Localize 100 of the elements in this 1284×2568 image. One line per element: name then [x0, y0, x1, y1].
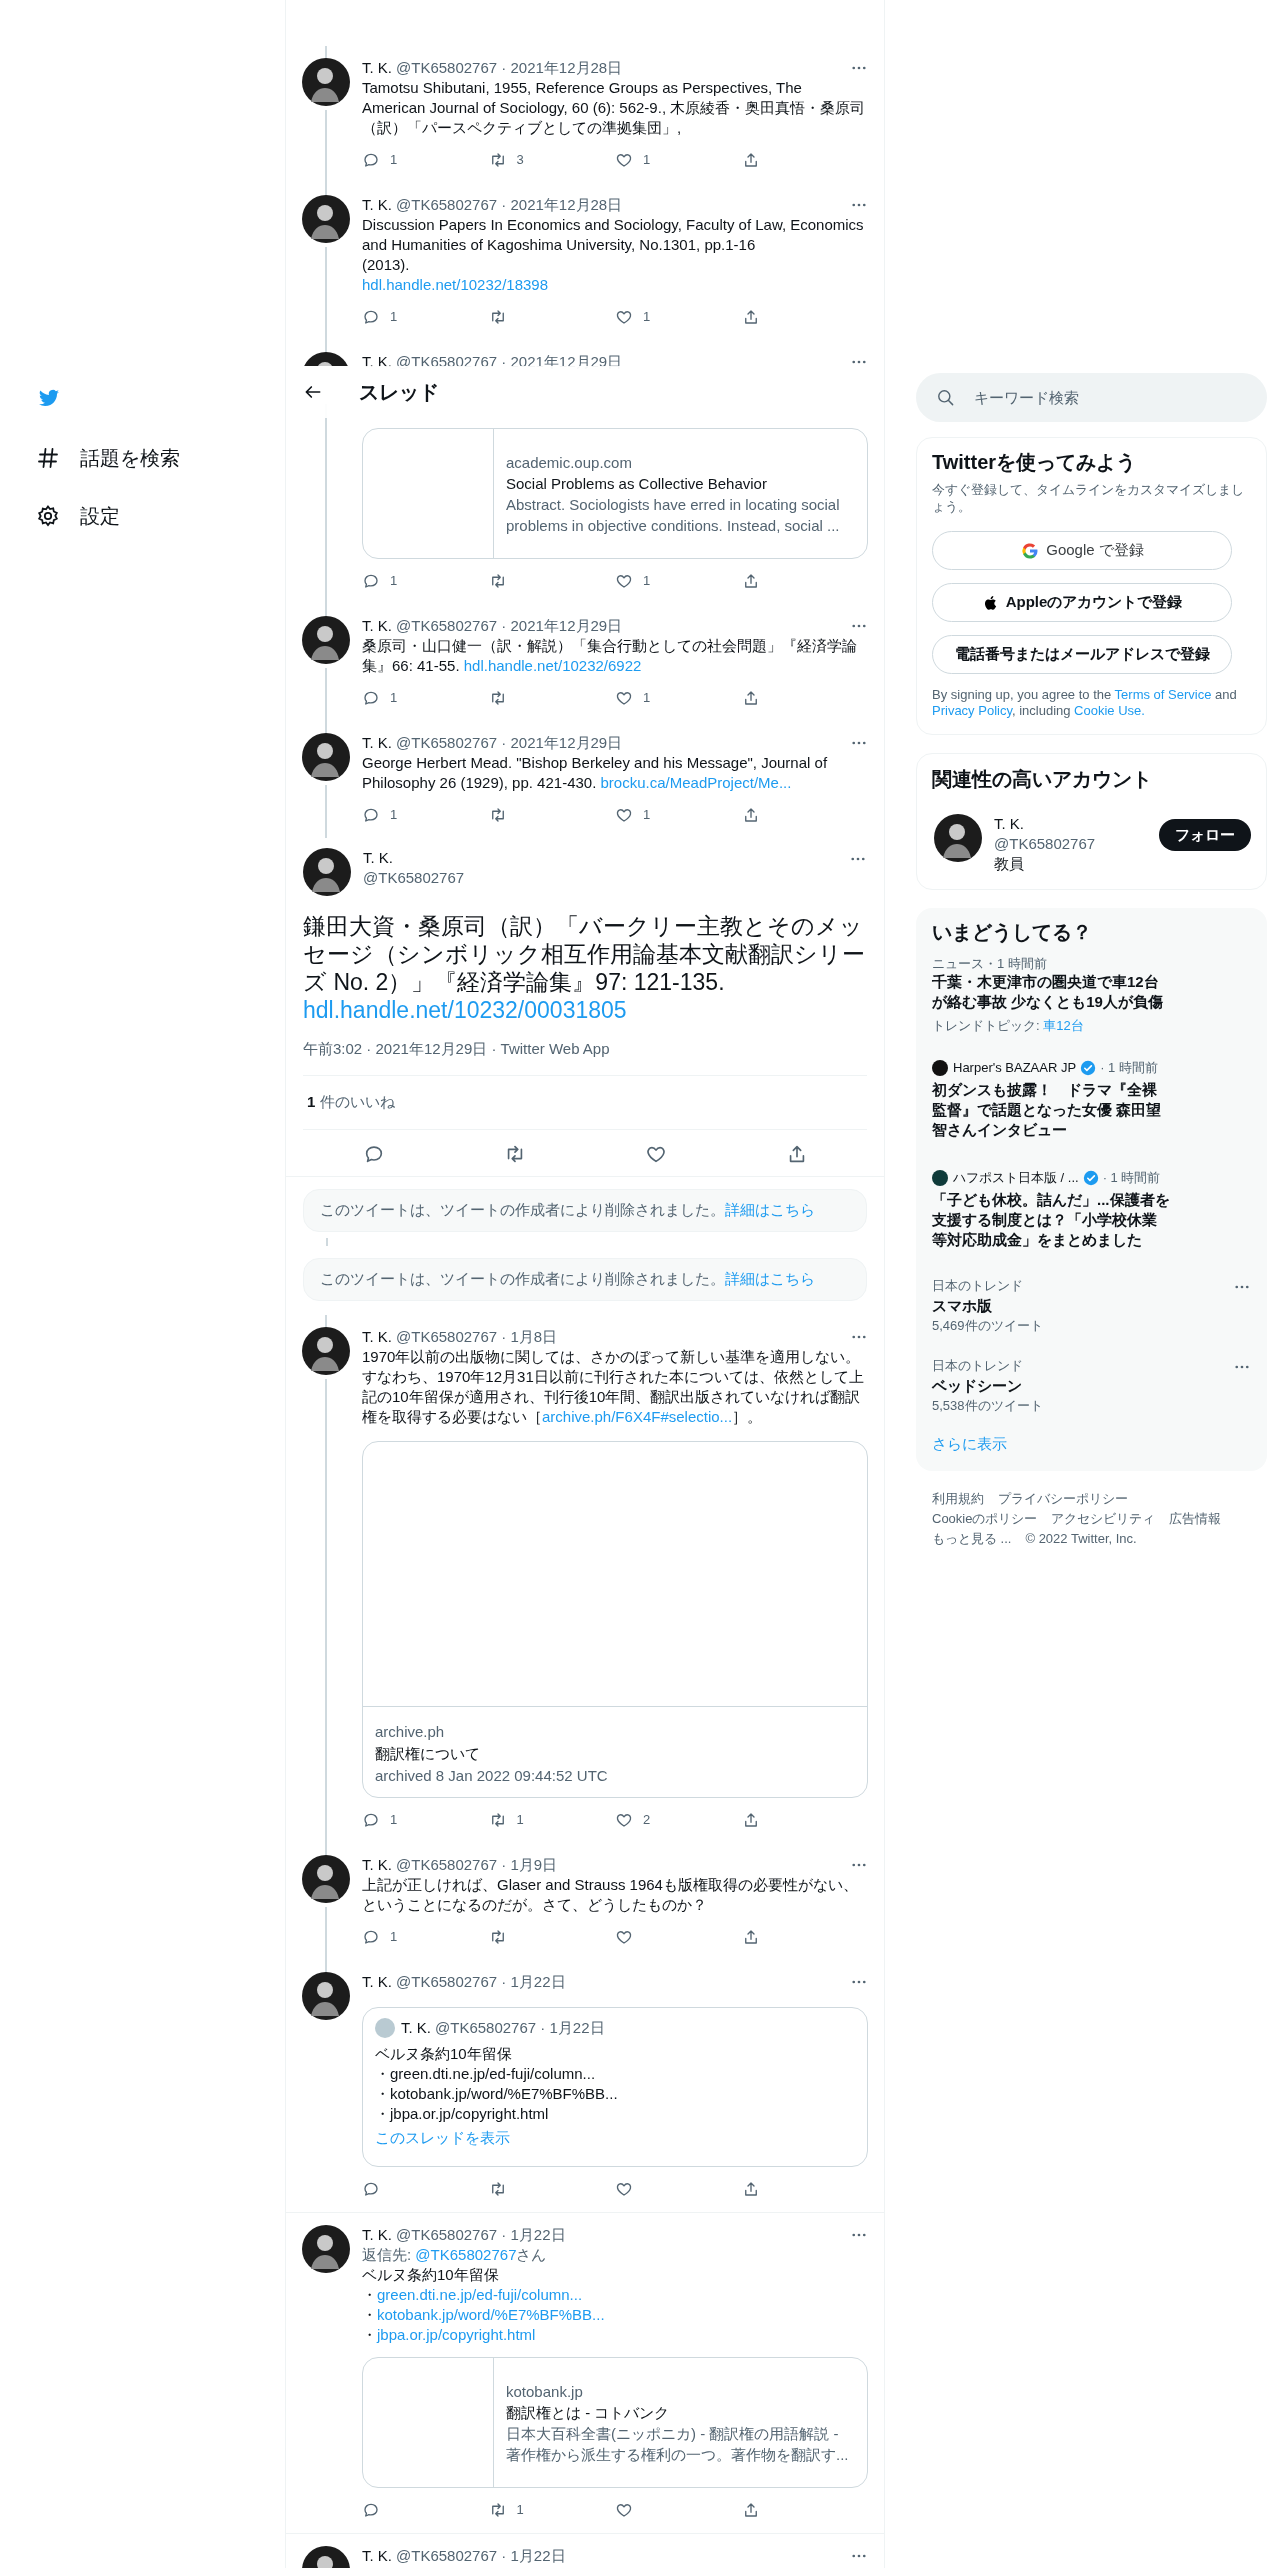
hash-icon: [36, 446, 60, 470]
search-field[interactable]: キーワード検索: [916, 373, 1267, 422]
avatar[interactable]: [302, 2225, 350, 2273]
likes-link[interactable]: 1 件のいいね: [307, 1091, 395, 1114]
tweet-count: 5,469件のツイート: [932, 1318, 1043, 1334]
avatar[interactable]: [302, 733, 350, 781]
heart-icon[interactable]: [615, 308, 633, 326]
trend-name[interactable]: スマホ版: [932, 1296, 992, 1316]
author-byline: @TK65802767 · 1月22日: [396, 2546, 566, 2566]
follow-button[interactable]: フォロー: [1159, 819, 1251, 851]
trend-name[interactable]: ベッドシーン: [932, 1376, 1022, 1396]
heart-icon[interactable]: [615, 151, 633, 169]
card-subtitle: 今すぐ登録して、タイムラインをカスタマイズしましょう。: [932, 481, 1245, 515]
tweet-text: ・kotobank.jp/word/%E7%BF%BB...: [375, 2084, 619, 2104]
reply-count: 1: [390, 689, 398, 708]
signup-button[interactable]: Google で登録: [932, 531, 1232, 570]
tweet-text: ・jbpa.or.jp/copyright.html: [375, 2104, 550, 2124]
author-byline: @TK65802767 · 2021年12月28日: [396, 195, 623, 215]
tweet-text: 1970年以前の出版物に関しては、さかのぼって新しい基準を適用しない。すなわち、1970年12月31日以前に刊行された本については、依然として上記の10年留保が適用され、刊行後10年間、翻訳出版されていなければ翻訳権を取得する必要はない［archive.ph/F6X4F#selectio...］。: [362, 1347, 865, 1427]
reply-context: 返信先: @TK65802767さん: [362, 2245, 548, 2265]
author-byline: @TK65802767 · 2021年12月29日: [396, 733, 623, 753]
avatar[interactable]: [302, 1855, 350, 1903]
signup-button[interactable]: 電話番号またはメールアドレスで登録: [932, 635, 1232, 674]
heart-icon[interactable]: [615, 689, 633, 707]
reply-icon[interactable]: [362, 2501, 380, 2519]
reply-icon[interactable]: [362, 689, 380, 707]
trend-headline[interactable]: 千葉・木更津市の圏央道で車12台が絡む事故 少なくとも19人が負傷: [932, 972, 1170, 1012]
card-description: 日本大百科全書(ニッポニカ) - 翻訳権の用語解説 - 著作権から派生する権利の一つ。著作物を翻訳す...: [506, 2423, 849, 2465]
author-byline: @TK65802767 · 1月22日: [435, 2018, 605, 2038]
footer-link[interactable]: もっと見る ...: [932, 1529, 1012, 1549]
reply-icon[interactable]: [362, 151, 380, 169]
footer-link[interactable]: 利用規約: [932, 1489, 984, 1509]
card-title: 関連性の高いアカウント: [932, 767, 1153, 791]
like-count: 1: [643, 689, 651, 708]
reply-icon[interactable]: [362, 1811, 380, 1829]
link-card[interactable]: academic.oup.com Social Problems as Collective Behavior Abstract. Sociologists have erred in locating social problems in objective conditions. Instead, social ...: [362, 428, 868, 559]
tweet-text: Discussion Papers In Economics and Sociology, Faculty of Law, Economics and Humanities of Kagoshima University, No.1301, pp.1-16 (2013).: [362, 215, 865, 275]
signup-button[interactable]: Appleのアカウントで登録: [932, 583, 1232, 622]
heart-icon[interactable]: [615, 2180, 633, 2198]
footer-link[interactable]: アクセシビリティ: [1051, 1509, 1156, 1529]
reply-icon[interactable]: [362, 1928, 380, 1946]
reply-icon[interactable]: [362, 572, 380, 590]
author-name: T. K.: [362, 1327, 392, 1347]
reply-icon[interactable]: [362, 308, 380, 326]
author-name: T. K.: [362, 616, 392, 636]
like-count: 1: [643, 806, 651, 825]
quoted-tweet[interactable]: T. K. @TK65802767 · 1月22日 ベルヌ条約10年留保 ・green.dti.ne.jp/ed-fuji/column... ・kotobank.jp/word/%E7%BF%BB... ・jbpa.or.jp/copyright.html このスレッドを表示: [362, 2007, 868, 2167]
link-card[interactable]: kotobank.jp 翻訳権とは - コトバンク 日本大百科全書(ニッポニカ) - 翻訳権の用語解説 - 著作権から派生する権利の一つ。著作物を翻訳す...: [362, 2357, 868, 2488]
card-title: Social Problems as Collective Behavior: [506, 473, 768, 494]
account-handle: @TK65802767: [994, 834, 1096, 854]
search-icon: [936, 388, 955, 407]
avatar[interactable]: [934, 814, 982, 862]
tweet-text: ・jbpa.or.jp/copyright.html: [362, 2325, 537, 2345]
tweet-text: ・green.dti.ne.jp/ed-fuji/column...: [362, 2285, 584, 2305]
like-count: 1: [643, 308, 651, 327]
tweet-text: Tamotsu Shibutani, 1955, Reference Groups as Perspectives, The American Journal of Sociology, 60 (6): 562-9., 木原綾香・奥田真悟・桑原司（訳）「パースペクティブとしての準拠集団」,: [362, 78, 867, 138]
card-title: 翻訳権について: [375, 1744, 481, 1764]
notice-text: このツイートは、ツイートの作成者により削除されました。詳細はこちら: [320, 1200, 815, 1221]
avatar[interactable]: [302, 1327, 350, 1375]
card-subtitle: archived 8 Jan 2022 09:44:52 UTC: [375, 1766, 609, 1786]
avatar[interactable]: [302, 58, 350, 106]
avatar: [375, 2018, 395, 2038]
author-byline: @TK65802767 · 1月8日: [396, 1327, 558, 1347]
trend-headline[interactable]: 「子ども休校。詰んだ」...保護者を支援する制度とは？「小学校休業等対応助成金」をまとめました: [932, 1190, 1170, 1250]
tweet-text: 鎌田大資・桑原司（訳）「バークリー主教とそのメッセージ（シンボリック相互作用論基本文献翻訳シリーズ No. 2）」『経済学論集』97: 121-135.: [303, 912, 866, 996]
nav-item[interactable]: 設定: [36, 491, 120, 541]
heart-icon[interactable]: [615, 572, 633, 590]
author-name: T. K.: [363, 848, 394, 868]
nav-item[interactable]: 話題を検索: [36, 433, 180, 483]
trend-headline[interactable]: 初ダンスも披露！ ドラマ『全裸監督』で話題となった女優 森田望智さんインタビュー: [932, 1080, 1170, 1140]
avatar[interactable]: [303, 848, 351, 896]
author-byline: @TK65802767 · 2021年12月29日: [396, 352, 623, 372]
avatar[interactable]: [302, 1972, 350, 2020]
footer-link[interactable]: Cookieのポリシー: [932, 1509, 1038, 1529]
link-card[interactable]: archive.ph 翻訳権について archived 8 Jan 2022 09:44:52 UTC: [362, 1441, 868, 1798]
card-title: 翻訳権とは - コトバンク: [506, 2402, 671, 2423]
reply-icon[interactable]: [362, 806, 380, 824]
reply-count: 1: [390, 151, 398, 170]
account-bio: 教員: [994, 854, 1025, 874]
reply-icon[interactable]: [362, 2180, 380, 2198]
heart-icon[interactable]: [615, 1928, 633, 1946]
reply-count: 1: [390, 1811, 398, 1830]
author-byline: @TK65802767 · 2021年12月29日: [396, 616, 623, 636]
heart-icon[interactable]: [615, 1811, 633, 1829]
author-byline: @TK65802767 · 2021年12月28日: [396, 58, 623, 78]
heart-icon[interactable]: [615, 2501, 633, 2519]
author-name: T. K.: [362, 195, 392, 215]
card-domain: academic.oup.com: [506, 452, 633, 473]
footer-link[interactable]: プライバシーポリシー: [998, 1489, 1128, 1509]
tweet-text: ・green.dti.ne.jp/ed-fuji/column...: [375, 2064, 597, 2084]
footer-link[interactable]: 広告情報: [1169, 1509, 1222, 1529]
avatar[interactable]: [302, 195, 350, 243]
avatar[interactable]: [302, 616, 350, 664]
author-byline: @TK65802767 · 1月9日: [396, 1855, 558, 1875]
footer-link[interactable]: © 2022 Twitter, Inc.: [1025, 1529, 1137, 1549]
tweet-count: 5,538件のツイート: [932, 1398, 1043, 1414]
post-time: · 1 時間前: [1102, 1169, 1161, 1188]
tweet-text: ベルヌ条約10年留保: [375, 2044, 513, 2064]
retweet-count: 1: [516, 2501, 524, 2520]
heart-icon[interactable]: [615, 806, 633, 824]
